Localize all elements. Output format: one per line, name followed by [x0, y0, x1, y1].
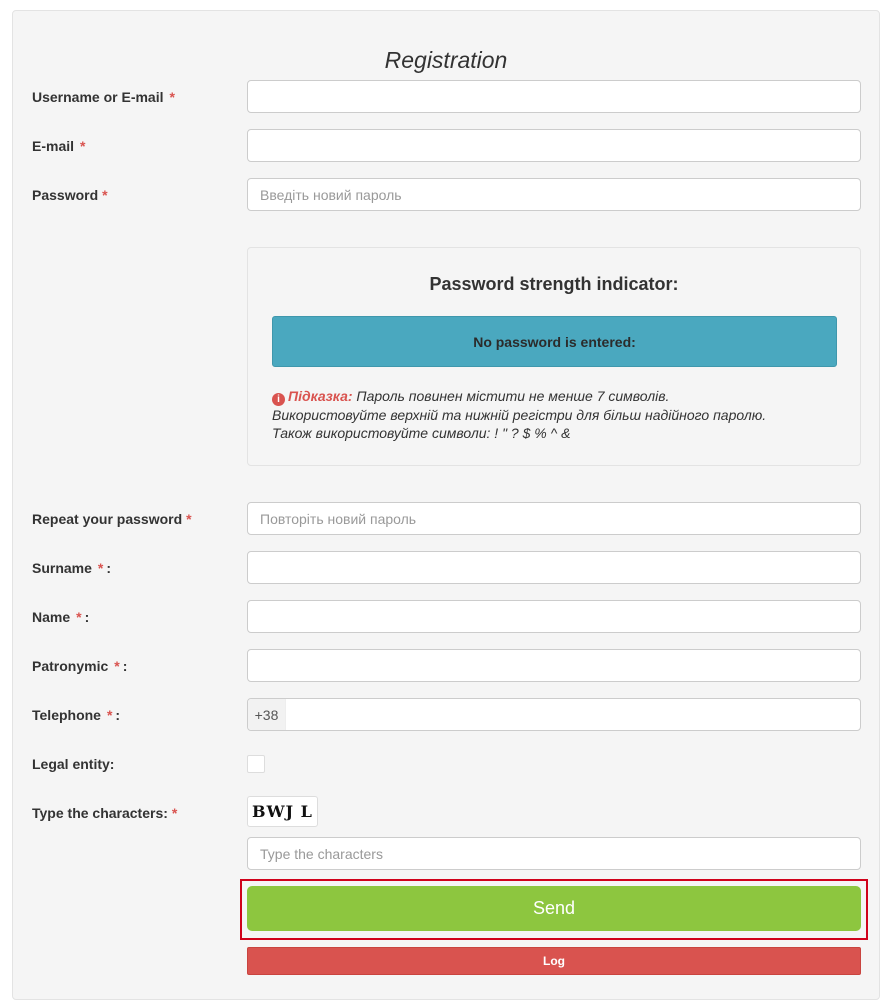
strength-status-bar: No password is entered: [272, 316, 837, 367]
name-label: Name *: [32, 609, 90, 625]
captcha-image: BWJ L [247, 796, 318, 827]
required-mark: * [186, 511, 192, 527]
log-button[interactable]: Log [247, 947, 861, 975]
password-label: Password * [32, 187, 108, 203]
telephone-label: Telephone *: [32, 707, 121, 723]
required-mark: * [97, 560, 104, 576]
legal-entity-label: Legal entity: [32, 756, 115, 772]
required-mark: * [76, 609, 82, 625]
password-input[interactable] [247, 178, 861, 211]
telephone-input[interactable] [286, 699, 860, 730]
hint-line-3: Також використовуйте символи: ! " ? $ % … [272, 425, 571, 441]
surname-label: Surname *: [32, 560, 112, 576]
required-mark: * [80, 138, 86, 154]
required-mark: * [171, 805, 178, 821]
username-label: Username or E-mail * [32, 89, 175, 105]
required-mark: * [106, 707, 113, 723]
phone-prefix: +38 [248, 699, 286, 730]
telephone-field: +38 [247, 698, 861, 731]
info-icon: i [272, 393, 285, 406]
password-hint: i Підказка: Пароль повинен містити не мен… [272, 387, 842, 442]
repeat-password-input[interactable] [247, 502, 861, 535]
required-mark: * [102, 187, 108, 203]
surname-input[interactable] [247, 551, 861, 584]
required-mark: * [114, 658, 120, 674]
hint-line-2: Використовуйте верхній та нижній регістр… [272, 407, 767, 423]
hint-label: Підказка: [288, 388, 353, 404]
email-label: E-mail * [32, 138, 86, 154]
legal-entity-checkbox[interactable] [247, 755, 265, 773]
strength-title: Password strength indicator: [429, 274, 679, 294]
hint-line-1: Пароль повинен містити не менше 7 символ… [356, 388, 670, 404]
page-title: Registration [384, 47, 508, 73]
username-input[interactable] [247, 80, 861, 113]
email-input[interactable] [247, 129, 861, 162]
patronymic-label: Patronymic *: [32, 658, 128, 674]
name-input[interactable] [247, 600, 861, 633]
required-mark: * [169, 89, 175, 105]
patronymic-input[interactable] [247, 649, 861, 682]
send-button[interactable]: Send [247, 886, 861, 931]
password-strength-panel: Password strength indicator: No password… [247, 247, 861, 466]
repeat-password-label: Repeat your password * [32, 511, 192, 527]
captcha-input[interactable] [247, 837, 861, 870]
captcha-label: Type the characters: * [32, 805, 178, 821]
